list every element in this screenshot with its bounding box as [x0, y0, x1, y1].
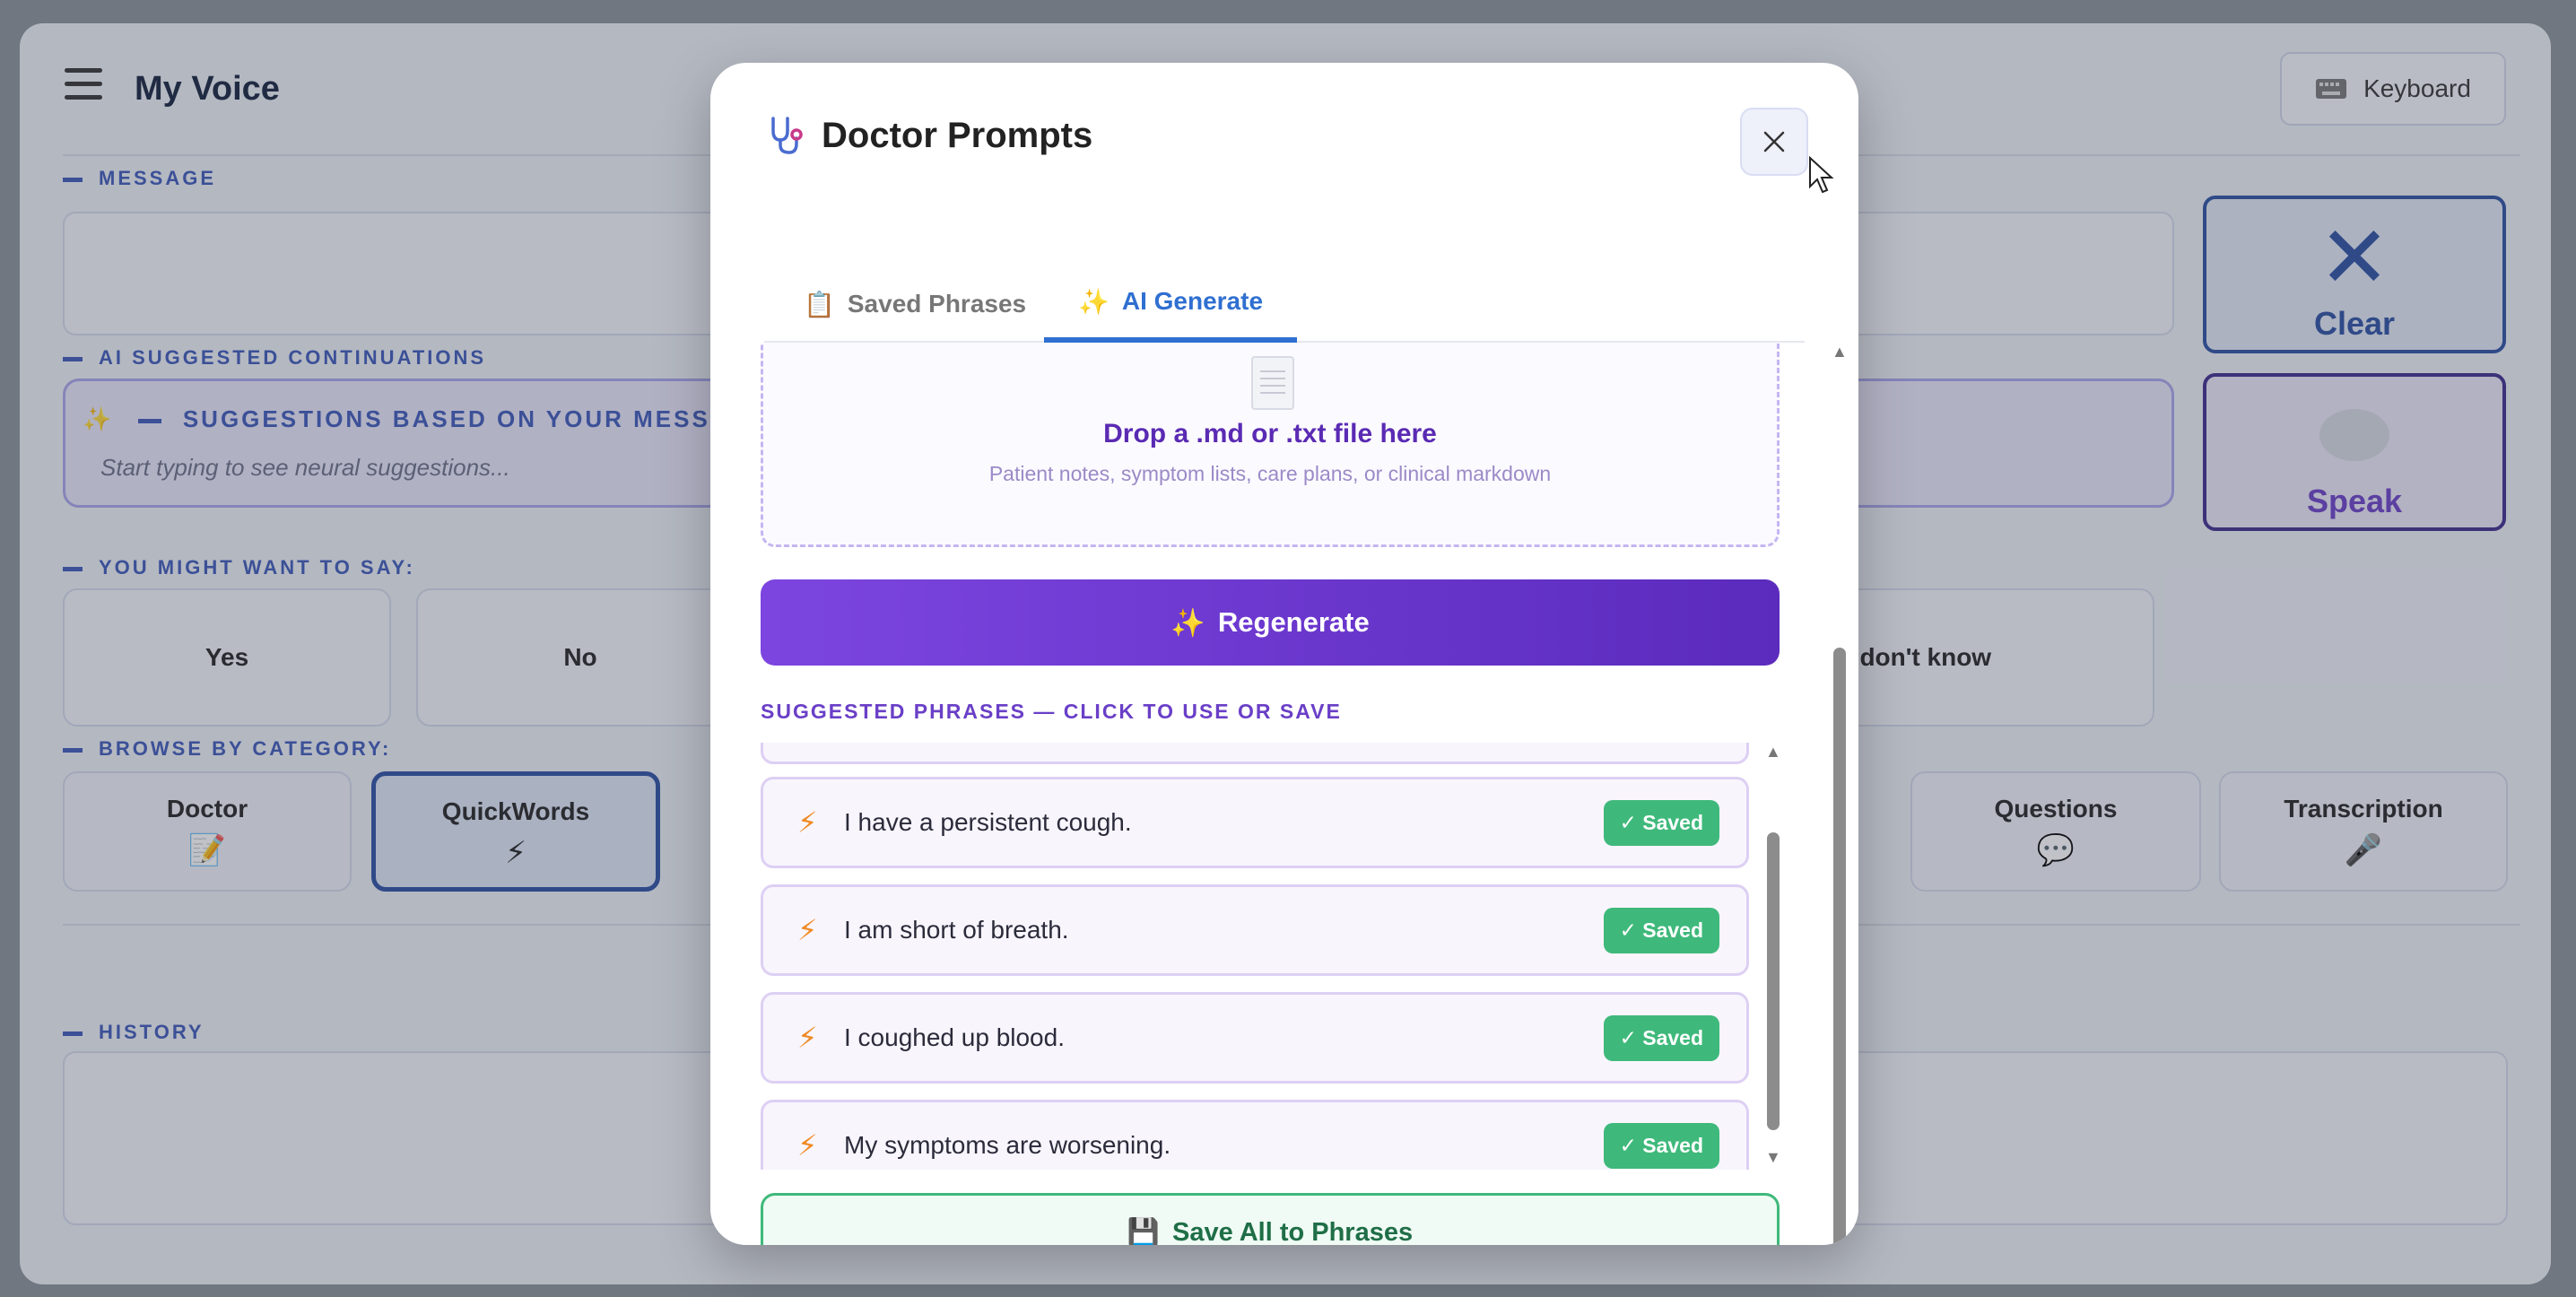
floppy-disk-icon: 💾 [1127, 1218, 1160, 1245]
doctor-prompts-modal: Doctor Prompts 📋 Saved Phrases ✨ AI Gene… [710, 63, 1858, 1245]
modal-header: Doctor Prompts [764, 115, 1092, 156]
tab-saved-phrases[interactable]: 📋 Saved Phrases [764, 265, 1066, 343]
lightning-icon: ⚡ [797, 806, 818, 839]
document-icon [1251, 356, 1294, 410]
saved-badge[interactable]: ✓ Saved [1603, 1122, 1719, 1169]
scroll-up-icon[interactable]: ▲ [1765, 743, 1781, 762]
suggested-phrases-label: SUGGESTED PHRASES — CLICK TO USE OR SAVE [761, 700, 1342, 723]
lightning-icon: ⚡ [797, 1022, 818, 1054]
phrase-text: I coughed up blood. [844, 1023, 1065, 1051]
scrollbar-thumb[interactable] [1767, 832, 1780, 1130]
modal-body: Drop a .md or .txt file here Patient not… [710, 343, 1858, 1245]
phrase-list-scrollbar[interactable]: ▲ ▼ [1763, 743, 1783, 1170]
modal-tabs: 📋 Saved Phrases ✨ AI Generate [764, 265, 1805, 343]
mouse-cursor-icon [1809, 156, 1834, 194]
file-dropzone[interactable]: Drop a .md or .txt file here Patient not… [761, 343, 1780, 547]
stethoscope-icon [771, 117, 803, 154]
sparkle-icon: ✨ [1171, 606, 1205, 639]
list-item[interactable]: ⚡ I coughed up blood. ✓ Saved [761, 992, 1749, 1084]
lightning-icon: ⚡ [797, 1129, 818, 1162]
modal-close-button[interactable] [1740, 108, 1808, 176]
saved-badge[interactable]: ✓ Saved [1603, 1014, 1719, 1061]
regenerate-button[interactable]: ✨ Regenerate [761, 579, 1780, 666]
close-icon [1763, 131, 1785, 152]
scroll-down-icon[interactable]: ▼ [1765, 1148, 1781, 1167]
phrase-text: I am short of breath. [844, 916, 1069, 944]
saved-badge[interactable]: ✓ Saved [1603, 799, 1719, 846]
scrollbar-thumb[interactable] [1833, 648, 1846, 1245]
tab-ai-generate[interactable]: ✨ AI Generate [1044, 265, 1297, 343]
save-all-button[interactable]: 💾 Save All to Phrases [761, 1193, 1780, 1245]
scroll-up-icon[interactable]: ▲ [1832, 343, 1848, 361]
dropzone-subtitle: Patient notes, symptom lists, care plans… [988, 462, 1552, 485]
list-item[interactable]: ⚡ I have a persistent cough. ✓ Saved [761, 777, 1749, 868]
list-item[interactable]: ⚡ My symptoms are worsening. ✓ Saved [761, 1100, 1749, 1170]
modal-title: Doctor Prompts [822, 115, 1093, 155]
phrase-list[interactable]: ⚡ I have a persistent cough. ✓ Saved ⚡ I… [761, 743, 1763, 1170]
phrase-text: My symptoms are worsening. [844, 1131, 1171, 1159]
modal-scrollbar[interactable]: ▲ [1830, 343, 1849, 1245]
phrase-text: I have a persistent cough. [844, 808, 1132, 836]
saved-badge[interactable]: ✓ Saved [1603, 907, 1719, 953]
lightning-icon: ⚡ [797, 914, 818, 946]
dropzone-title: Drop a .md or .txt file here [1103, 419, 1437, 448]
clipboard-icon: 📋 [804, 290, 835, 318]
list-item[interactable]: ⚡ I am short of breath. ✓ Saved [761, 884, 1749, 976]
list-item[interactable] [761, 743, 1749, 764]
sparkle-icon: ✨ [1077, 287, 1110, 316]
